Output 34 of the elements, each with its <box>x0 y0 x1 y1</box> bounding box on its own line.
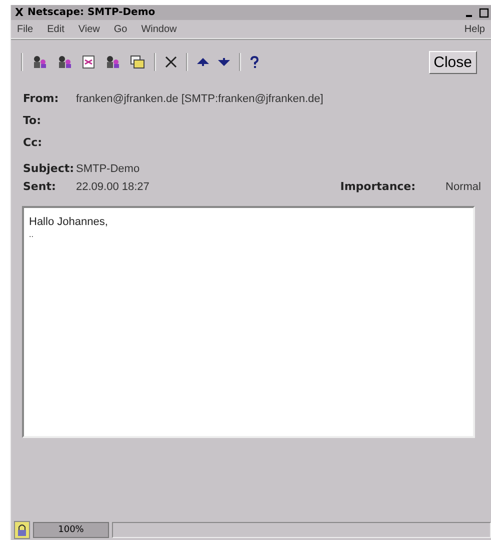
header-label: Cc: <box>23 136 43 149</box>
up-arrow-icon[interactable] <box>197 58 209 66</box>
document-icon[interactable] <box>82 55 96 69</box>
menu-item[interactable]: Help <box>464 24 485 34</box>
lock-icon[interactable] <box>14 520 30 538</box>
people-icon[interactable] <box>32 55 48 69</box>
header-label: Sent: <box>23 180 57 193</box>
header-value: 22.09.00 18:27 <box>76 181 150 193</box>
delete-icon[interactable] <box>165 56 177 68</box>
people-icon[interactable] <box>57 55 73 69</box>
body-text: .. <box>29 230 34 240</box>
header-value: SMTP-Demo <box>76 163 140 175</box>
header-value: franken@jfranken.de [SMTP:franken@jfranken.de] <box>76 93 324 105</box>
close-glyph[interactable]: X <box>15 6 24 19</box>
help-icon[interactable] <box>250 56 259 68</box>
menu-item[interactable]: Go <box>114 24 128 34</box>
importance-label: Importance: <box>340 180 416 193</box>
menu-item[interactable]: View <box>78 24 100 34</box>
header-label: From: <box>23 92 60 105</box>
header-label: To: <box>23 114 42 127</box>
window-title: Netscape: SMTP-Demo <box>27 7 156 18</box>
menu-item[interactable]: Edit <box>47 24 64 34</box>
folder-icon[interactable] <box>130 55 145 69</box>
message-body[interactable]: Hallo Johannes, .. <box>22 206 475 438</box>
menu-item[interactable]: File <box>17 24 34 34</box>
header-label: Subject: <box>23 162 76 175</box>
menu-item[interactable]: Window <box>141 24 177 34</box>
close-button[interactable]: Close <box>428 50 477 74</box>
people-icon[interactable] <box>105 55 121 69</box>
down-arrow-icon[interactable] <box>218 58 230 66</box>
body-text: Hallo Johannes, <box>29 215 109 230</box>
importance-value: Normal <box>446 181 481 193</box>
zoom-level: 100% <box>33 522 109 538</box>
maximize-icon[interactable] <box>479 8 489 18</box>
